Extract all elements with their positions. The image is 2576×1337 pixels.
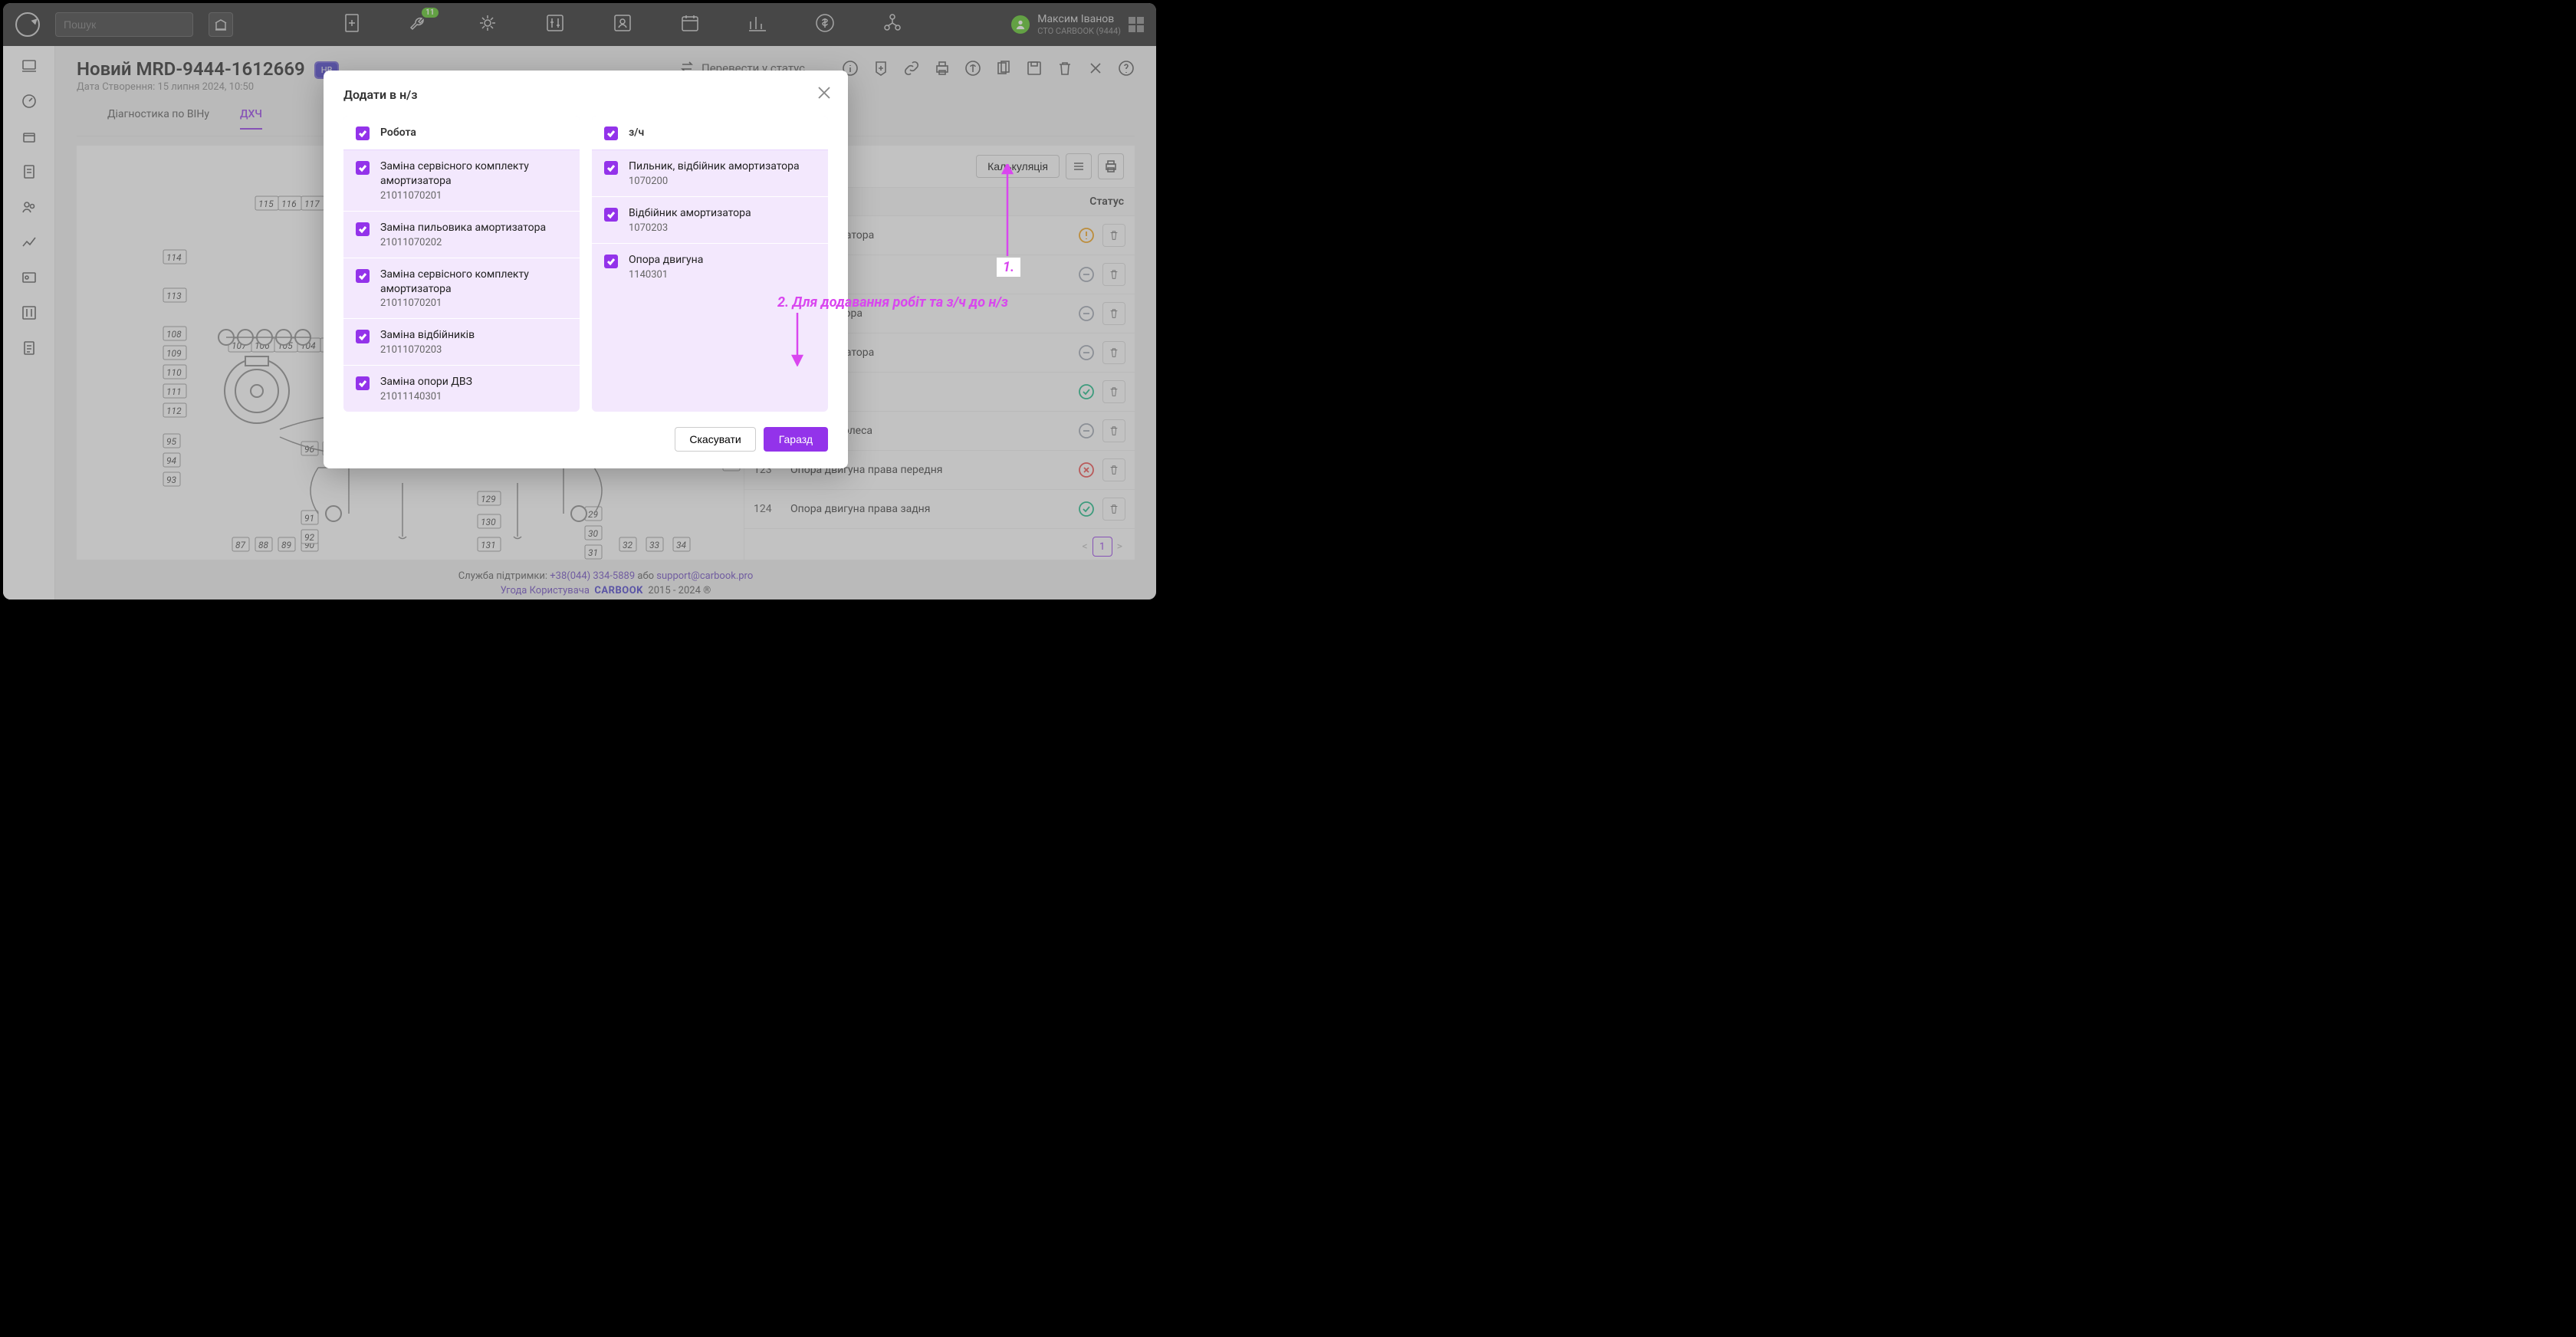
part-item[interactable]: Пильник, відбійник амортизатора1070200 [592, 150, 828, 197]
work-item[interactable]: Заміна пильовика амортизатора21011070202 [343, 212, 580, 258]
add-to-order-modal: Додати в н/з Робота Заміна сервісного ко… [324, 71, 848, 468]
annotation-arrow-2 [790, 313, 805, 366]
work-item[interactable]: Заміна відбійників21011070203 [343, 319, 580, 366]
annotation-1: 1. [997, 258, 1020, 277]
checkbox[interactable] [604, 161, 618, 175]
checkbox[interactable] [356, 376, 370, 390]
checkbox[interactable] [604, 255, 618, 268]
annotation-2: 2. Для додавання робіт та з/ч до н/з [777, 294, 1008, 310]
ok-button[interactable]: Гаразд [764, 427, 828, 452]
works-select-all-checkbox[interactable] [356, 126, 370, 140]
work-item[interactable]: Заміна сервісного комплекту амортизатора… [343, 150, 580, 212]
parts-select-all-checkbox[interactable] [604, 126, 618, 140]
checkbox[interactable] [356, 222, 370, 236]
part-item[interactable]: Відбійник амортизатора1070203 [592, 197, 828, 244]
annotation-arrow-1 [1000, 164, 1015, 256]
checkbox[interactable] [356, 269, 370, 283]
parts-column: з/ч Пильник, відбійник амортизатора10702… [592, 116, 828, 412]
checkbox[interactable] [604, 208, 618, 222]
part-item[interactable]: Опора двигуна1140301 [592, 244, 828, 290]
works-column: Робота Заміна сервісного комплекту аморт… [343, 116, 580, 412]
close-icon[interactable] [817, 86, 831, 100]
work-item[interactable]: Заміна опори ДВЗ21011140301 [343, 366, 580, 412]
checkbox[interactable] [356, 161, 370, 175]
checkbox[interactable] [356, 330, 370, 343]
work-item[interactable]: Заміна сервісного комплекту амортизатора… [343, 258, 580, 320]
modal-title: Додати в н/з [343, 87, 828, 102]
cancel-button[interactable]: Скасувати [675, 427, 755, 452]
